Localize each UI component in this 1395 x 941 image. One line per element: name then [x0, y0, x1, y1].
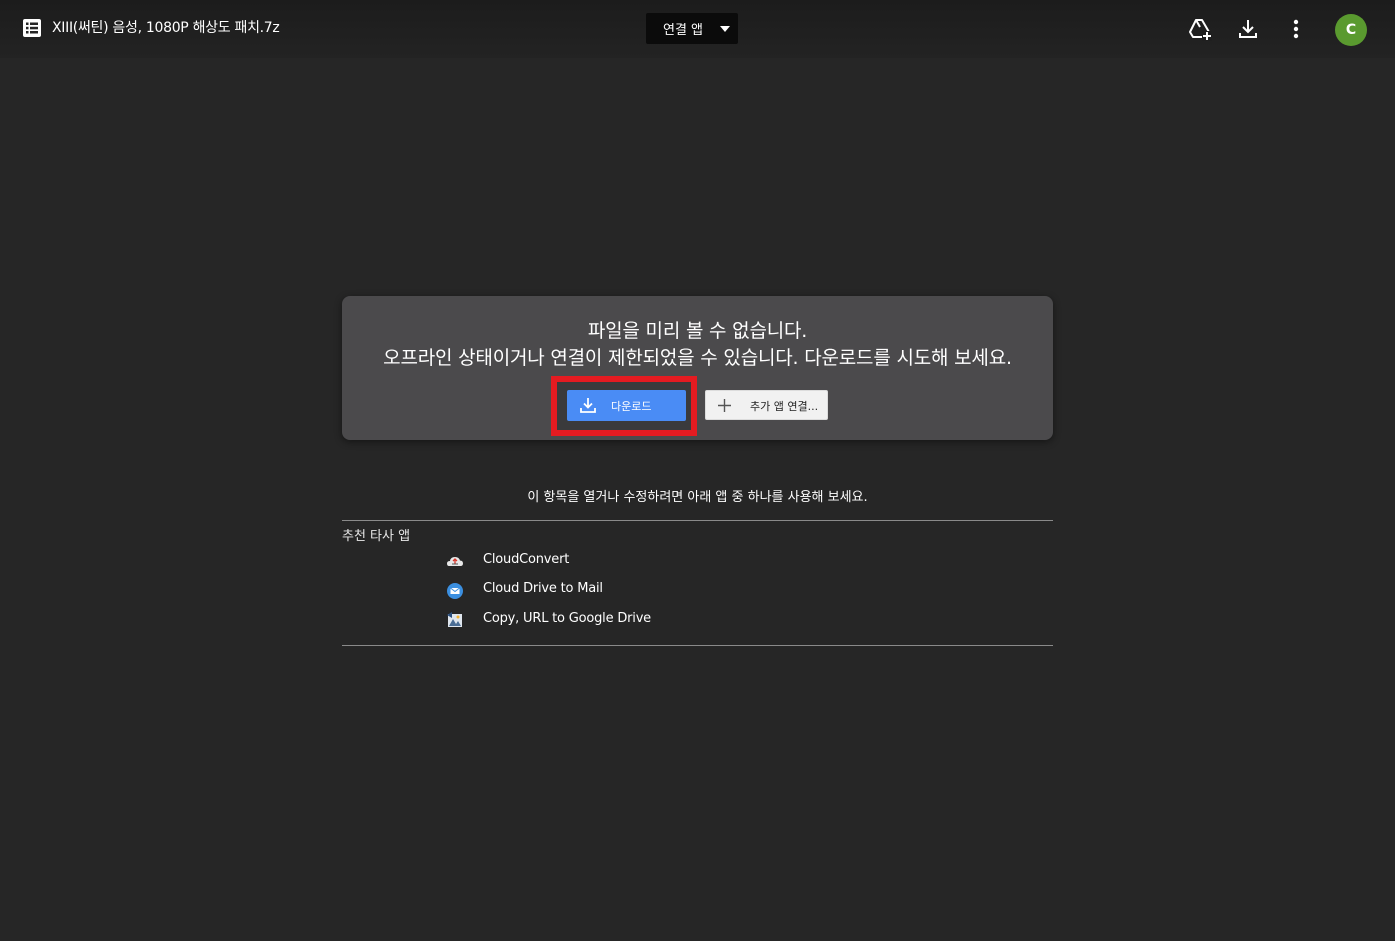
suggested-apps-title: 추천 타사 앱: [342, 529, 411, 544]
connect-more-apps-label: 추가 앱 연결...: [750, 400, 819, 413]
app-name: CloudConvert: [483, 552, 570, 567]
app-item-cloud-drive-to-mail[interactable]: Cloud Drive to Mail: [446, 580, 746, 600]
download-button[interactable]: 다운로드: [567, 390, 686, 421]
app-name: Copy, URL to Google Drive: [483, 611, 651, 626]
download-icon[interactable]: [1235, 16, 1261, 42]
app-item-copy-url-to-google-drive[interactable]: Copy, URL to Google Drive: [446, 610, 746, 630]
more-vert-icon[interactable]: [1283, 16, 1309, 42]
download-icon: [580, 398, 596, 413]
caret-down-icon: [720, 26, 730, 32]
preview-message-line1: 파일을 미리 볼 수 없습니다.: [587, 320, 808, 342]
mail-icon: [447, 583, 463, 599]
app-item-cloudconvert[interactable]: CloudConvert: [446, 551, 746, 571]
add-to-drive-icon[interactable]: [1187, 16, 1213, 42]
preview-unavailable-card: 파일을 미리 볼 수 없습니다. 오프라인 상태이거나 연결이 제한되었을 수 …: [342, 296, 1053, 440]
top-bar: XIII(써틴) 음성, 1080P 해상도 패치.7z 연결 앱 C: [0, 0, 1395, 58]
account-avatar[interactable]: C: [1335, 14, 1367, 46]
archive-list-icon: [23, 19, 41, 37]
connect-more-apps-button[interactable]: 추가 앱 연결...: [705, 390, 828, 420]
suggestion-hint: 이 항목을 열거나 수정하려면 아래 앱 중 하나를 사용해 보세요.: [527, 490, 868, 505]
open-with-label: 연결 앱: [663, 23, 704, 38]
divider-top: [342, 520, 1053, 521]
app-name: Cloud Drive to Mail: [483, 581, 603, 596]
file-title: XIII(써틴) 음성, 1080P 해상도 패치.7z: [52, 20, 280, 36]
download-label: 다운로드: [611, 400, 652, 413]
cloudconvert-icon: [447, 557, 463, 566]
preview-message-line2: 오프라인 상태이거나 연결이 제한되었을 수 있습니다. 다운로드를 시도해 보…: [383, 347, 1012, 369]
url-to-drive-icon: [447, 612, 462, 627]
plus-icon: [718, 399, 731, 412]
divider-bottom: [342, 645, 1053, 646]
open-with-dropdown[interactable]: 연결 앱: [646, 13, 738, 44]
